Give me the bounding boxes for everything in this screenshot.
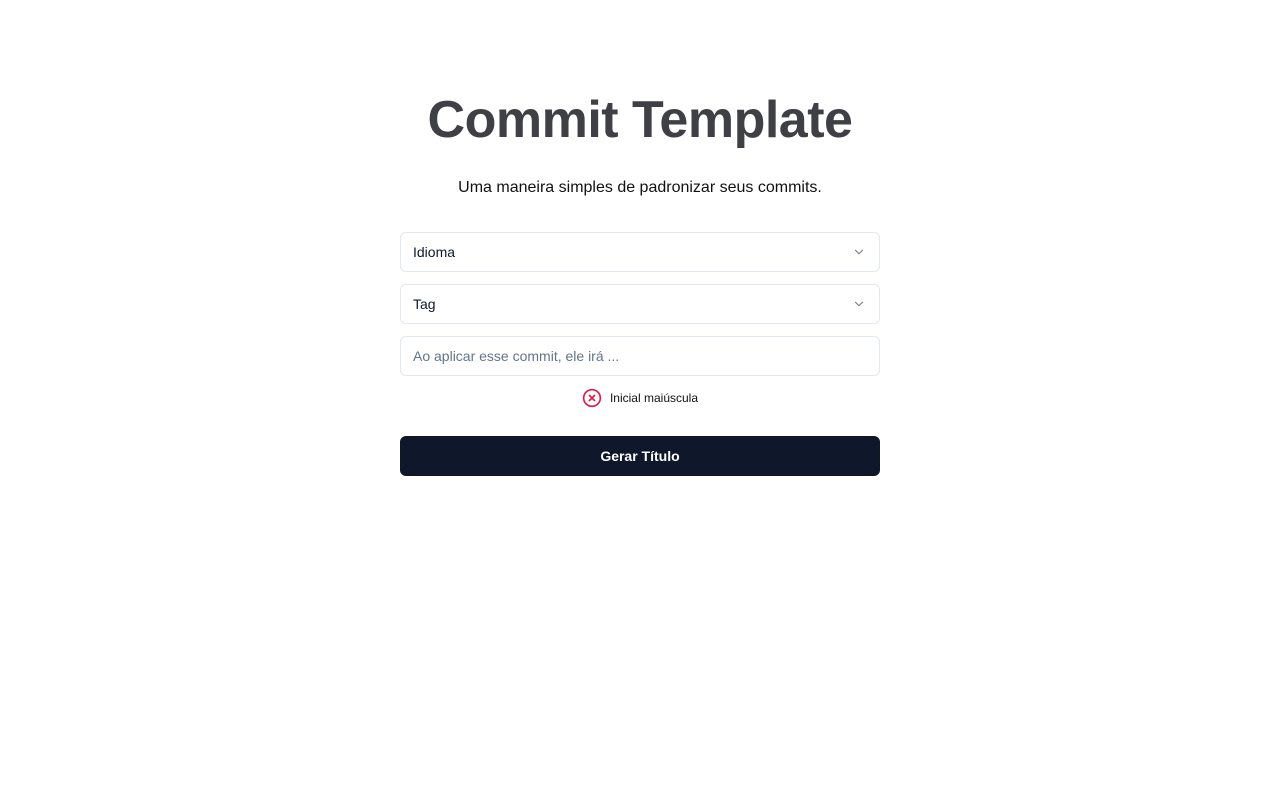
validation-text: Inicial maiúscula <box>609 391 699 405</box>
language-select[interactable]: Idioma <box>400 232 880 272</box>
x-circle-icon <box>582 388 602 408</box>
generate-title-button[interactable]: Gerar Título <box>400 436 880 476</box>
validation-message: Inicial maiúscula <box>400 388 880 408</box>
page-title: Commit Template <box>427 91 853 149</box>
chevron-down-icon <box>851 244 867 260</box>
language-select-label: Idioma <box>413 244 456 260</box>
tag-select-label: Tag <box>413 296 436 312</box>
page-subtitle: Uma maneira simples de padronizar seus c… <box>458 179 822 196</box>
tag-select[interactable]: Tag <box>400 284 880 324</box>
commit-message-input[interactable] <box>400 336 880 376</box>
page: Commit Template Uma maneira simples de p… <box>0 0 1280 800</box>
chevron-down-icon <box>851 296 867 312</box>
